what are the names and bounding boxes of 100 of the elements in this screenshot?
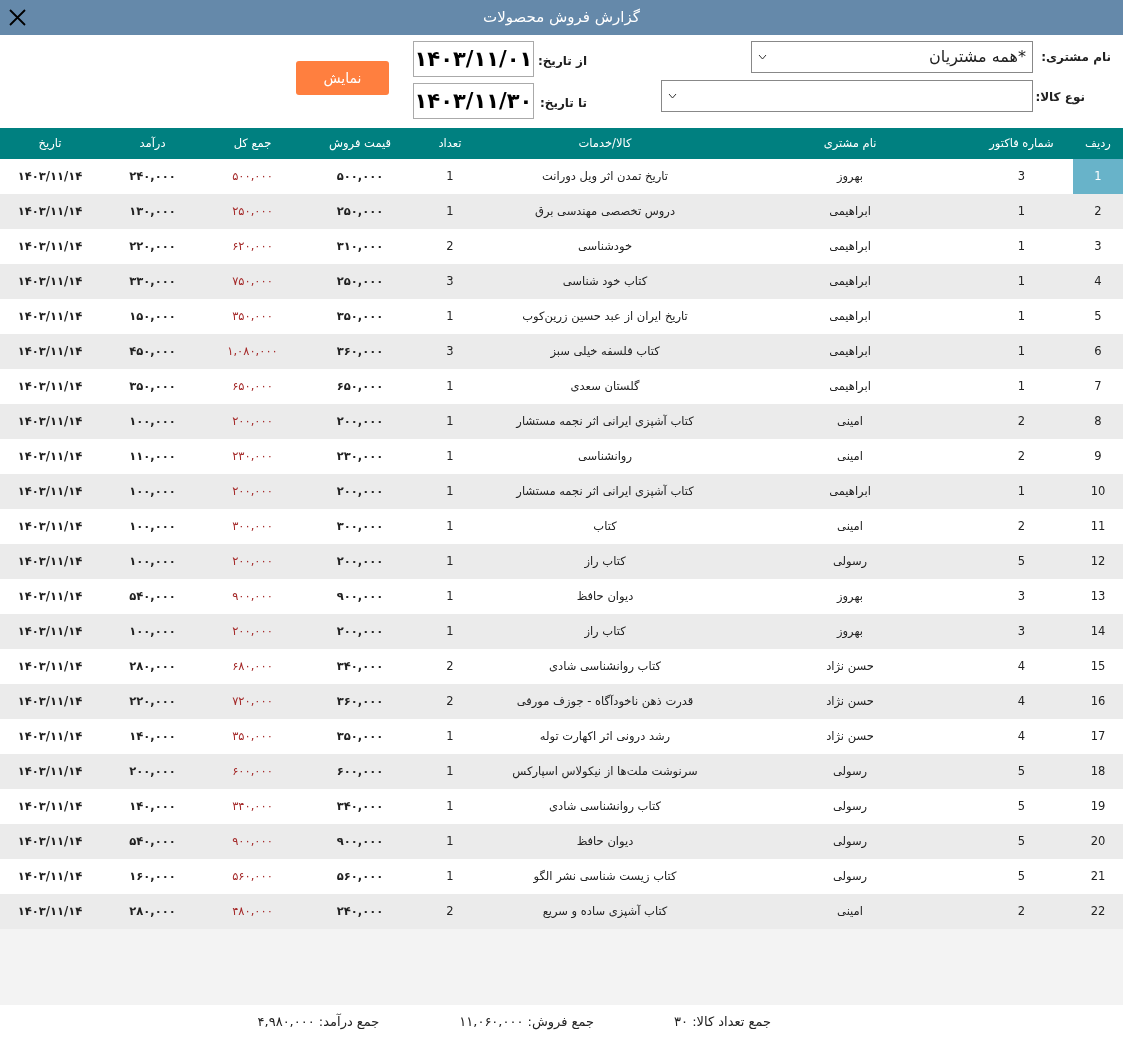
table-cell: رسولی	[730, 754, 970, 789]
table-cell: دیوان حافظ	[480, 579, 730, 614]
table-cell: کتاب	[480, 509, 730, 544]
row-number-cell[interactable]: 10	[1073, 474, 1123, 509]
table-cell: 3	[420, 334, 480, 369]
table-cell: ۱۴۰۳/۱۱/۱۴	[0, 649, 100, 684]
table-cell: 2	[420, 684, 480, 719]
table-cell: ۱,۰۸۰,۰۰۰	[205, 334, 300, 369]
table-cell: ۵۶۰,۰۰۰	[205, 859, 300, 894]
table-cell: 1	[420, 404, 480, 439]
table-cell: 1	[420, 299, 480, 334]
table-cell: 5	[970, 754, 1073, 789]
table-cell: ۳۰۰,۰۰۰	[300, 509, 420, 544]
table-cell: ۱۴۰۳/۱۱/۱۴	[0, 789, 100, 824]
table-cell: ۳۶۰,۰۰۰	[300, 334, 420, 369]
row-number-cell[interactable]: 8	[1073, 404, 1123, 439]
table-cell: 1	[970, 299, 1073, 334]
row-number-cell[interactable]: 18	[1073, 754, 1123, 789]
table-cell: ۳۳۰,۰۰۰	[100, 264, 205, 299]
close-button[interactable]	[8, 8, 27, 27]
table-cell: ۳۵۰,۰۰۰	[300, 299, 420, 334]
table-cell: خودشناسی	[480, 229, 730, 264]
table-cell: ۲۰۰,۰۰۰	[205, 404, 300, 439]
table-cell: ۲۵۰,۰۰۰	[300, 264, 420, 299]
row-number-cell[interactable]: 3	[1073, 229, 1123, 264]
table-cell: کتاب خود شناسی	[480, 264, 730, 299]
row-number-cell[interactable]: 12	[1073, 544, 1123, 579]
row-number-cell[interactable]: 20	[1073, 824, 1123, 859]
table-cell: 5	[970, 789, 1073, 824]
table-cell: کتاب زیست شناسی نشر الگو	[480, 859, 730, 894]
table-cell: 2	[970, 439, 1073, 474]
table-cell: ۳۵۰,۰۰۰	[205, 299, 300, 334]
row-number-cell[interactable]: 4	[1073, 264, 1123, 299]
table-cell: 2	[970, 404, 1073, 439]
table-cell: ۶۵۰,۰۰۰	[205, 369, 300, 404]
row-number-cell[interactable]: 2	[1073, 194, 1123, 229]
row-number-cell[interactable]: 17	[1073, 719, 1123, 754]
table-cell: ۲۴۰,۰۰۰	[300, 894, 420, 929]
table-cell: ابراهیمی	[730, 334, 970, 369]
row-number-cell[interactable]: 11	[1073, 509, 1123, 544]
table-cell: 5	[970, 824, 1073, 859]
table-cell: ۳۵۰,۰۰۰	[300, 719, 420, 754]
table-cell: ۱۴۰۳/۱۱/۱۴	[0, 474, 100, 509]
table-cell: رسولی	[730, 859, 970, 894]
table-cell: 4	[970, 719, 1073, 754]
field-label: نام مشتری:	[1041, 49, 1111, 66]
column-header: ردیف	[1073, 128, 1123, 159]
date-field[interactable]: ۱۴۰۳/۱۱/۳۰	[413, 83, 534, 119]
table-cell: ۱۴۰۳/۱۱/۱۴	[0, 579, 100, 614]
goods-type-dropdown[interactable]	[661, 80, 1033, 112]
table-cell: ۳۱۰,۰۰۰	[300, 229, 420, 264]
row-number-cell[interactable]: 9	[1073, 439, 1123, 474]
table-cell: ۲۸۰,۰۰۰	[100, 894, 205, 929]
table-cell: کتاب روانشناسی شادی	[480, 789, 730, 824]
row-number-cell[interactable]: 14	[1073, 614, 1123, 649]
table-cell: ۱۵۰,۰۰۰	[100, 299, 205, 334]
row-number-cell[interactable]: 15	[1073, 649, 1123, 684]
column-header: تاریخ	[0, 128, 100, 159]
table-cell: کتاب آشپزی ایرانی اثر نجمه مستشار	[480, 474, 730, 509]
table-cell: سرنوشت ملت‌ها از نیکولاس اسپارکس	[480, 754, 730, 789]
table-cell: دروس تخصصی مهندسی برق	[480, 194, 730, 229]
table-cell: 1	[420, 369, 480, 404]
table-cell: 1	[420, 859, 480, 894]
table-cell: 1	[420, 544, 480, 579]
table-cell: ۱۴۰۳/۱۱/۱۴	[0, 544, 100, 579]
table-cell: ۳۴۰,۰۰۰	[205, 789, 300, 824]
row-number-cell[interactable]: 19	[1073, 789, 1123, 824]
table-cell: 1	[420, 474, 480, 509]
column-header: نام مشتری	[730, 128, 970, 159]
summary-total: جمع تعداد کالا: ۳۰	[674, 1013, 771, 1032]
table-cell: ۶۸۰,۰۰۰	[205, 649, 300, 684]
row-number-cell[interactable]: 21	[1073, 859, 1123, 894]
table-cell: کتاب راز	[480, 544, 730, 579]
row-number-cell[interactable]: 16	[1073, 684, 1123, 719]
row-number-cell[interactable]: 22	[1073, 894, 1123, 929]
table-cell: امینی	[730, 439, 970, 474]
table-cell: حسن نژاد	[730, 719, 970, 754]
date-field[interactable]: ۱۴۰۳/۱۱/۰۱	[413, 41, 534, 77]
table-cell: ۱۴۰۳/۱۱/۱۴	[0, 509, 100, 544]
table-cell: ۱۴۰۳/۱۱/۱۴	[0, 439, 100, 474]
table-cell: ۱۴۰۳/۱۱/۱۴	[0, 404, 100, 439]
caret-icon	[758, 54, 767, 60]
table-cell: ۱۴۰۳/۱۱/۱۴	[0, 894, 100, 929]
row-number-cell[interactable]: 6	[1073, 334, 1123, 369]
table-cell: حسن نژاد	[730, 684, 970, 719]
row-number-cell[interactable]: 13	[1073, 579, 1123, 614]
row-number-cell[interactable]: 5	[1073, 299, 1123, 334]
row-number-cell[interactable]: 7	[1073, 369, 1123, 404]
customer-dropdown[interactable]: *همه مشتریان	[751, 41, 1033, 73]
table-cell: ۱۴۰۳/۱۱/۱۴	[0, 229, 100, 264]
table-cell: روانشناسی	[480, 439, 730, 474]
table-cell: ابراهیمی	[730, 264, 970, 299]
table-cell: 4	[970, 649, 1073, 684]
table-cell: ۳۵۰,۰۰۰	[100, 369, 205, 404]
table-cell: رسولی	[730, 824, 970, 859]
table-cell: ۵۴۰,۰۰۰	[100, 824, 205, 859]
table-cell: ۶۵۰,۰۰۰	[300, 369, 420, 404]
table-cell: کتاب فلسفه خیلی سبز	[480, 334, 730, 369]
table-cell: 3	[970, 614, 1073, 649]
table-cell: کتاب روانشناسی شادی	[480, 649, 730, 684]
